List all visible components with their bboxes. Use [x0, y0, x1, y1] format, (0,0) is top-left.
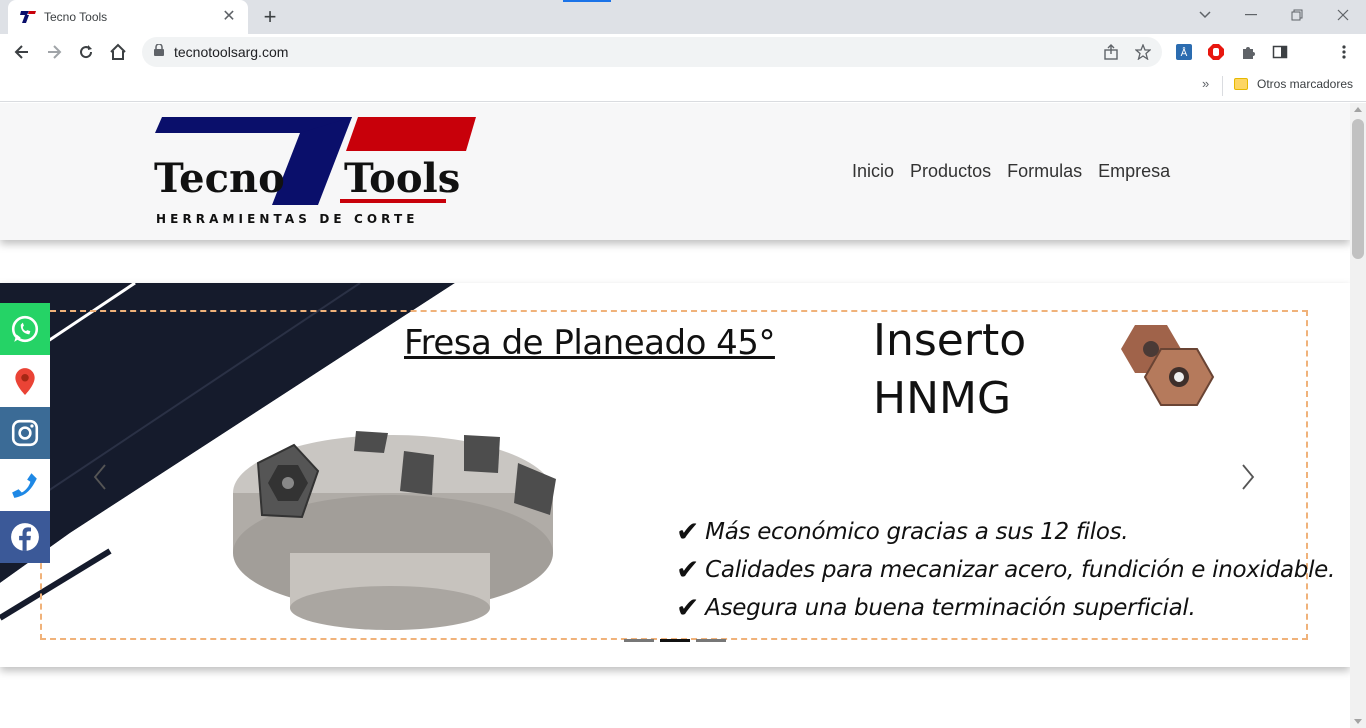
side-panel-icon[interactable]: [1270, 42, 1290, 62]
phone-icon: [12, 473, 37, 498]
tab-strip: Tecno Tools ✕ +: [0, 0, 1366, 34]
feature-item: ✔ Asegura una buena terminación superfic…: [676, 591, 1196, 624]
facebook-button[interactable]: [0, 511, 50, 563]
extension-translate-icon[interactable]: Å: [1174, 42, 1194, 62]
tecno-tools-logo[interactable]: Tecno Tools HERRAMIENTAS DE CORTE: [150, 115, 480, 227]
carousel-indicator[interactable]: [624, 639, 654, 642]
instagram-button[interactable]: [0, 407, 50, 459]
browser-toolbar: tecnotoolsarg.com Å: [0, 34, 1366, 70]
page-scrollbar[interactable]: [1350, 103, 1366, 728]
site-favicon-icon: [20, 9, 36, 25]
bookmarks-overflow-button[interactable]: »: [1202, 76, 1209, 91]
loading-indicator: [563, 0, 611, 2]
checkmark-icon: ✔: [676, 515, 700, 548]
map-pin-button[interactable]: [0, 355, 50, 407]
map-pin-icon: [15, 368, 35, 395]
page-viewport: Tecno Tools HERRAMIENTAS DE CORTE Inicio…: [0, 103, 1350, 728]
phone-button[interactable]: [0, 459, 50, 511]
back-button[interactable]: [8, 38, 36, 66]
carousel-indicator[interactable]: [696, 639, 726, 642]
nav-productos[interactable]: Productos: [910, 161, 991, 182]
bookmarks-bar: » Otros marcadores: [0, 70, 1366, 102]
address-bar[interactable]: tecnotoolsarg.com: [142, 37, 1162, 67]
checkmark-icon: ✔: [676, 591, 700, 624]
share-icon[interactable]: [1102, 43, 1120, 61]
main-nav: Inicio Productos Formulas Empresa: [852, 161, 1170, 182]
restore-button[interactable]: [1274, 0, 1320, 30]
home-button[interactable]: [104, 38, 132, 66]
extensions-puzzle-icon[interactable]: [1238, 42, 1258, 62]
logo-tagline: HERRAMIENTAS DE CORTE: [156, 212, 419, 226]
scroll-up-arrow-icon[interactable]: [1354, 107, 1362, 112]
scroll-down-arrow-icon[interactable]: [1354, 719, 1362, 724]
whatsapp-button[interactable]: [0, 303, 50, 355]
reload-button[interactable]: [72, 38, 100, 66]
kebab-menu-icon[interactable]: [1334, 42, 1354, 62]
hero-carousel: Fresa de Planeado 45° Inserto HNMG ✔ Más…: [0, 283, 1350, 667]
logo-word-left: Tecno: [154, 155, 285, 202]
feature-text: Asegura una buena terminación superficia…: [705, 594, 1196, 621]
feature-item: ✔ Calidades para mecanizar acero, fundic…: [676, 553, 1335, 586]
new-tab-button[interactable]: +: [258, 6, 282, 30]
facebook-icon: [11, 523, 39, 551]
whatsapp-icon: [11, 315, 39, 343]
svg-text:Å: Å: [1181, 46, 1188, 59]
scroll-thumb[interactable]: [1352, 119, 1364, 259]
logo-word-right: Tools: [344, 155, 460, 202]
social-sidebar: [0, 303, 50, 563]
tab-title: Tecno Tools: [44, 10, 108, 24]
bookmark-star-icon[interactable]: [1134, 43, 1152, 61]
carousel-next-button[interactable]: [1236, 459, 1260, 495]
chevron-right-icon: [1242, 464, 1255, 490]
feature-item: ✔ Más económico gracias a sus 12 filos.: [676, 515, 1129, 548]
carousel-prev-button[interactable]: [88, 459, 112, 495]
chevron-left-icon: [93, 464, 106, 490]
nav-inicio[interactable]: Inicio: [852, 161, 894, 182]
site-header: Tecno Tools HERRAMIENTAS DE CORTE Inicio…: [0, 103, 1350, 240]
bookmarks-separator: [1222, 76, 1223, 96]
nav-formulas[interactable]: Formulas: [1007, 161, 1082, 182]
carousel-indicators: [624, 639, 726, 642]
folder-icon[interactable]: [1234, 78, 1248, 90]
browser-tab[interactable]: Tecno Tools ✕: [8, 0, 248, 34]
url-text[interactable]: tecnotoolsarg.com: [174, 44, 288, 60]
tab-search-button[interactable]: [1182, 0, 1228, 30]
close-window-button[interactable]: [1320, 0, 1366, 30]
instagram-icon: [11, 419, 39, 447]
slide-title-line1: Inserto: [873, 315, 1027, 366]
insert-product-image: [1121, 325, 1215, 406]
minimize-button[interactable]: [1228, 0, 1274, 30]
checkmark-icon: ✔: [676, 553, 700, 586]
slide-heading: Fresa de Planeado 45°: [404, 323, 775, 363]
extension-adblock-icon[interactable]: [1206, 42, 1226, 62]
carousel-indicator[interactable]: [660, 639, 690, 642]
forward-button[interactable]: [40, 38, 68, 66]
nav-empresa[interactable]: Empresa: [1098, 161, 1170, 182]
other-bookmarks-label[interactable]: Otros marcadores: [1257, 77, 1353, 91]
slide-title-line2: HNMG: [873, 373, 1012, 424]
lock-icon[interactable]: [154, 43, 164, 61]
feature-text: Más económico gracias a sus 12 filos.: [705, 518, 1129, 545]
face-mill-product-image: [233, 431, 556, 630]
tab-close-icon[interactable]: ✕: [220, 8, 238, 26]
feature-text: Calidades para mecanizar acero, fundició…: [705, 556, 1336, 583]
